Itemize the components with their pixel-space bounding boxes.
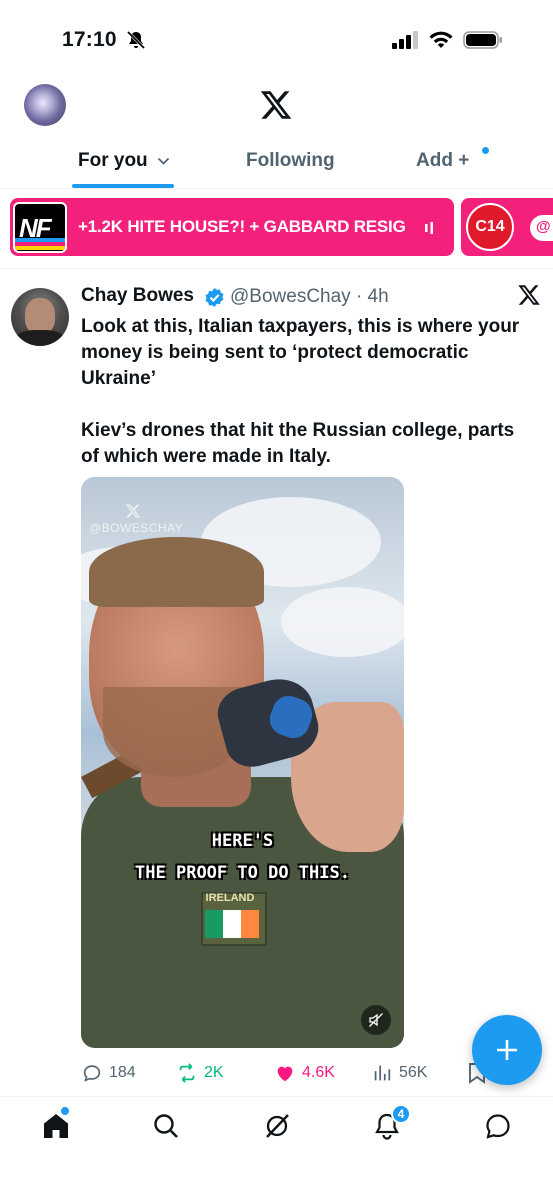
c14-space-logo[interactable]: C14 — [466, 203, 514, 251]
tweet-text-paragraph-2: Kiev’s drones that hit the Russian colle… — [81, 420, 515, 467]
flag-green — [205, 910, 223, 938]
status-time: 17:10 — [62, 28, 117, 51]
watermark-x-icon — [125, 504, 141, 518]
avatar-face — [25, 298, 55, 334]
views-button[interactable]: 56K — [371, 1061, 427, 1085]
tweet-video[interactable]: IRELAND @BOWESCHAY HERE'S THE PROOF TO D… — [81, 477, 404, 1048]
grok-icon[interactable] — [262, 1111, 292, 1141]
author-avatar[interactable] — [11, 288, 69, 346]
my-profile-avatar[interactable] — [24, 84, 66, 126]
chevron-down-icon[interactable] — [157, 157, 170, 166]
compose-post-button[interactable] — [472, 1015, 542, 1085]
flag-white — [223, 910, 241, 938]
repost-button[interactable]: 2K — [176, 1061, 224, 1085]
x-brand-icon[interactable] — [517, 283, 541, 307]
search-icon[interactable] — [151, 1111, 181, 1141]
tweet-text[interactable]: Look at this, Italian taxpayers, this is… — [81, 314, 521, 470]
video-caption-line-1: HERE'S — [211, 831, 274, 851]
author-name[interactable]: Chay Bowes — [81, 285, 194, 307]
reply-count: 184 — [109, 1064, 136, 1081]
logo-stripe-yellow — [15, 246, 65, 250]
tab-for-you[interactable]: For you — [78, 150, 148, 172]
video-watermark: @BOWESCHAY — [89, 521, 184, 535]
tweet-text-paragraph-1: Look at this, Italian taxpayers, this is… — [81, 316, 520, 389]
notifications-badge: 4 — [391, 1104, 411, 1124]
avatar-body — [13, 330, 67, 346]
next-space-partial-text: @ — [536, 218, 551, 235]
speaker-muted-icon — [369, 1013, 383, 1027]
verified-badge-icon[interactable] — [204, 287, 225, 308]
like-button[interactable]: 4.6K — [274, 1061, 335, 1085]
next-space-preview[interactable]: @ — [530, 215, 553, 241]
home-new-dot — [60, 1106, 70, 1116]
bell-off-icon — [126, 30, 146, 50]
x-logo-icon — [260, 91, 292, 119]
spaces-divider — [0, 268, 553, 269]
nf-logo-text: NF — [19, 213, 52, 243]
man-hair — [89, 537, 264, 607]
views-count: 56K — [399, 1064, 428, 1081]
messages-icon[interactable] — [483, 1111, 513, 1141]
tab-add[interactable]: Add + — [416, 150, 469, 172]
repost-icon — [179, 1063, 195, 1083]
nf-space-logo[interactable]: NF — [13, 202, 67, 253]
new-indicator-dot — [482, 147, 489, 154]
video-caption-line-2: THE PROOF TO DO THIS. — [135, 863, 350, 883]
author-handle-time[interactable]: @BowesChay · 4h — [230, 286, 389, 308]
like-count: 4.6K — [302, 1064, 335, 1081]
plus-icon — [497, 1040, 517, 1060]
reply-button[interactable]: 184 — [81, 1061, 136, 1085]
tab-following[interactable]: Following — [246, 150, 335, 172]
space-title-ticker[interactable]: +1.2K HITE HOUSE?! + GABBARD RESIG — [78, 217, 406, 237]
repost-count: 2K — [204, 1064, 224, 1081]
views-chart-icon — [374, 1065, 391, 1081]
header-divider — [0, 188, 553, 189]
patch-label: IRELAND — [205, 892, 255, 904]
reply-icon — [83, 1065, 101, 1082]
wifi-icon — [429, 31, 453, 48]
heart-filled-icon — [277, 1066, 293, 1082]
mute-button[interactable] — [361, 1005, 391, 1035]
cloud — [281, 587, 404, 657]
battery-icon — [463, 31, 502, 49]
flag-orange — [241, 910, 259, 938]
cellular-signal-icon — [392, 31, 418, 49]
live-audio-bars-icon — [425, 222, 433, 234]
